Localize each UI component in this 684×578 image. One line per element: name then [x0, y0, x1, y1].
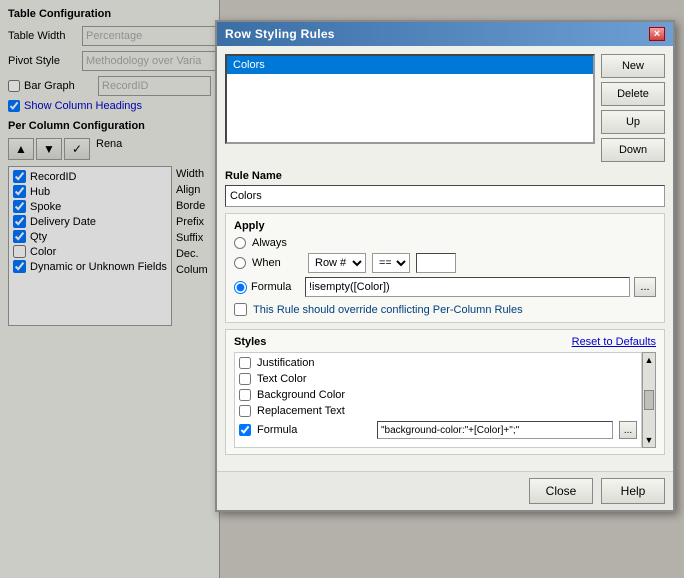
background-color-label: Background Color	[257, 389, 637, 401]
when-radio[interactable]	[234, 257, 246, 269]
modal-footer: Close Help	[217, 471, 673, 510]
formula-style-checkbox[interactable]	[239, 424, 251, 436]
help-button[interactable]: Help	[601, 478, 665, 504]
justification-checkbox[interactable]	[239, 357, 251, 369]
style-row-background-color: Background Color	[239, 389, 637, 401]
rules-action-buttons: New Delete Up Down	[601, 54, 665, 162]
replacement-text-label: Replacement Text	[257, 405, 637, 417]
always-row: Always	[234, 237, 656, 249]
formula-label: Formula	[251, 281, 301, 293]
rule-name-section: Rule Name	[225, 170, 665, 207]
scroll-up-arrow[interactable]: ▲	[645, 355, 654, 365]
modal-title: Row Styling Rules	[225, 27, 335, 41]
when-field-select[interactable]: Row #	[308, 253, 366, 273]
when-value-input[interactable]	[416, 253, 456, 273]
rules-list: Colors	[225, 54, 595, 144]
rules-area: Colors New Delete Up Down	[225, 54, 665, 162]
when-label: When	[252, 257, 302, 269]
delete-rule-button[interactable]: Delete	[601, 82, 665, 106]
modal-overlay: Row Styling Rules × Colors New Delete Up…	[0, 0, 684, 578]
move-up-button[interactable]: Up	[601, 110, 665, 134]
modal-titlebar: Row Styling Rules ×	[217, 22, 673, 46]
rules-list-item[interactable]: Colors	[227, 56, 593, 74]
apply-title: Apply	[234, 220, 656, 232]
styles-scroll-area: Justification Text Color Background Colo…	[234, 352, 642, 448]
override-checkbox[interactable]	[234, 303, 247, 316]
style-row-formula: Formula ...	[239, 421, 637, 439]
formula-style-input[interactable]	[377, 421, 613, 439]
replacement-text-checkbox[interactable]	[239, 405, 251, 417]
justification-label: Justification	[257, 357, 637, 369]
rule-name-label: Rule Name	[225, 170, 665, 182]
styles-section: Styles Reset to Defaults Justification T…	[225, 329, 665, 455]
text-color-label: Text Color	[257, 373, 637, 385]
ellipsis-icon: ...	[640, 281, 649, 293]
rule-name-input[interactable]	[225, 185, 665, 207]
when-op-select[interactable]: ==	[372, 253, 410, 273]
always-label: Always	[252, 237, 302, 249]
close-button[interactable]: ×	[649, 27, 665, 41]
close-dialog-button[interactable]: Close	[529, 478, 593, 504]
style-row-replacement-text: Replacement Text	[239, 405, 637, 417]
formula-style-ellipsis-button[interactable]: ...	[619, 421, 637, 439]
new-rule-button[interactable]: New	[601, 54, 665, 78]
apply-section: Apply Always When Row # ==	[225, 213, 665, 323]
style-row-text-color: Text Color	[239, 373, 637, 385]
formula-radio[interactable]	[234, 281, 247, 294]
reset-defaults-link[interactable]: Reset to Defaults	[572, 336, 656, 348]
override-row: This Rule should override conflicting Pe…	[234, 303, 656, 316]
move-down-button[interactable]: Down	[601, 138, 665, 162]
background-color-checkbox[interactable]	[239, 389, 251, 401]
close-icon: ×	[654, 28, 660, 40]
override-label: This Rule should override conflicting Pe…	[253, 304, 523, 316]
row-styling-rules-dialog: Row Styling Rules × Colors New Delete Up…	[215, 20, 675, 512]
formula-row: Formula ...	[234, 277, 656, 297]
text-color-checkbox[interactable]	[239, 373, 251, 385]
styles-content: Justification Text Color Background Colo…	[234, 352, 656, 448]
formula-style-label: Formula	[257, 424, 371, 436]
style-row-justification: Justification	[239, 357, 637, 369]
ellipsis-icon: ...	[624, 425, 632, 436]
scroll-down-arrow[interactable]: ▼	[645, 435, 654, 445]
scroll-thumb[interactable]	[644, 390, 654, 410]
styles-header: Styles Reset to Defaults	[234, 336, 656, 348]
always-radio[interactable]	[234, 237, 246, 249]
when-row: When Row # ==	[234, 253, 656, 273]
rule-item-label: Colors	[233, 59, 265, 71]
modal-body: Colors New Delete Up Down Rule Name Appl…	[217, 46, 673, 471]
formula-input[interactable]	[305, 277, 630, 297]
styles-title: Styles	[234, 336, 266, 348]
scrollbar[interactable]: ▲ ▼	[642, 352, 656, 448]
formula-ellipsis-button[interactable]: ...	[634, 277, 656, 297]
